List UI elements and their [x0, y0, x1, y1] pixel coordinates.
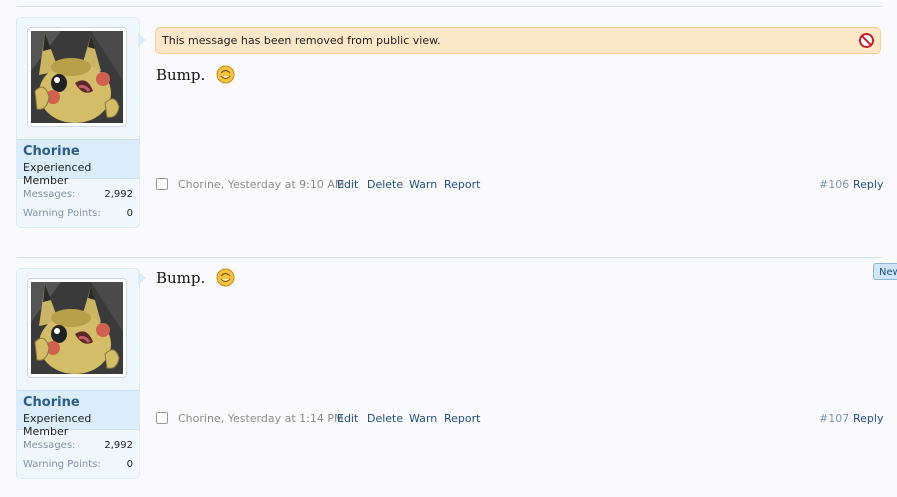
no-entry-icon [859, 33, 874, 48]
deleted-notice: This message has been removed from publi… [155, 27, 881, 54]
post-divider [17, 257, 882, 258]
top-divider [17, 6, 882, 7]
warning-points-stat: Warning Points: 0 [23, 459, 133, 473]
report-link[interactable]: Report [444, 412, 480, 425]
stat-label: Messages: [23, 440, 76, 451]
stat-value: 2,992 [104, 189, 133, 200]
avatar[interactable] [27, 278, 127, 378]
user-name-box: Chorine Experienced Member [17, 390, 139, 438]
post-message: Bump. [156, 268, 235, 287]
post-footer: Chorine, Yesterday at 1:14 PM Edit Delet… [155, 411, 883, 427]
post-number-link[interactable]: #107 [819, 412, 849, 425]
messages-stat: Messages: 2,992 [23, 189, 133, 203]
edit-link[interactable]: Edit [337, 412, 358, 425]
select-post-checkbox[interactable] [156, 412, 168, 424]
reply-link[interactable]: Reply [853, 178, 883, 191]
stat-label: Warning Points: [23, 208, 101, 219]
stat-value: 2,992 [104, 440, 133, 451]
stat-label: Messages: [23, 189, 76, 200]
message-text: Bump. [156, 269, 206, 287]
post-message: Bump. [156, 65, 235, 84]
post-meta[interactable]: Chorine, Yesterday at 9:10 AM [178, 178, 344, 191]
user-info-block: Chorine Experienced Member Messages: 2,9… [16, 17, 140, 228]
messages-stat: Messages: 2,992 [23, 440, 133, 454]
userblock-arrow [138, 271, 146, 285]
warning-points-stat: Warning Points: 0 [23, 208, 133, 222]
stat-value: 0 [126, 459, 133, 470]
stat-label: Warning Points: [23, 459, 101, 470]
username-link[interactable]: Chorine [23, 395, 80, 410]
user-name-box: Chorine Experienced Member [17, 139, 139, 187]
post-number-link[interactable]: #106 [819, 178, 849, 191]
notice-text: This message has been removed from publi… [162, 34, 441, 47]
edit-link[interactable]: Edit [337, 178, 358, 191]
pikachu-avatar-image [31, 282, 123, 374]
user-title: Experienced Member [23, 161, 92, 187]
warn-link[interactable]: Warn [409, 412, 437, 425]
reply-link[interactable]: Reply [853, 412, 883, 425]
report-link[interactable]: Report [444, 178, 480, 191]
new-post-badge: New [873, 263, 897, 280]
delete-link[interactable]: Delete [367, 412, 403, 425]
user-title: Experienced Member [23, 412, 92, 438]
smiley-face-icon [216, 268, 235, 287]
avatar[interactable] [27, 27, 127, 127]
select-post-checkbox[interactable] [156, 178, 168, 190]
message-text: Bump. [156, 66, 206, 84]
userblock-arrow [138, 33, 146, 47]
post-meta[interactable]: Chorine, Yesterday at 1:14 PM [178, 412, 343, 425]
stat-value: 0 [126, 208, 133, 219]
delete-link[interactable]: Delete [367, 178, 403, 191]
user-info-block: Chorine Experienced Member Messages: 2,9… [16, 268, 140, 479]
username-link[interactable]: Chorine [23, 144, 80, 159]
post-footer: Chorine, Yesterday at 9:10 AM Edit Delet… [155, 177, 883, 193]
smiley-face-icon [216, 65, 235, 84]
warn-link[interactable]: Warn [409, 178, 437, 191]
pikachu-avatar-image [31, 31, 123, 123]
